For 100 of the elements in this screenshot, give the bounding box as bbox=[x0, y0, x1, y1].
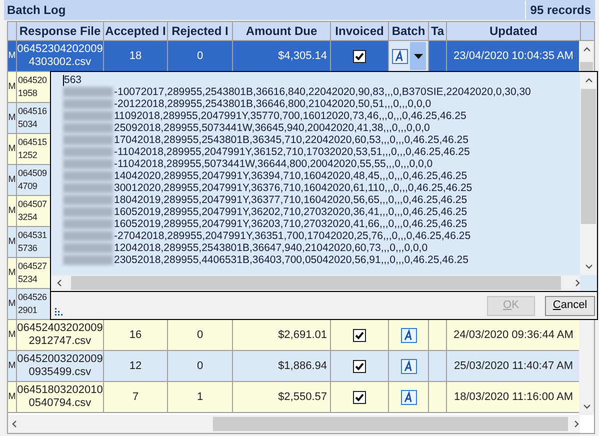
table-cell: 064515 1252 bbox=[18, 136, 47, 162]
table-cell-text: 18/03/2020 11:16:00 AM bbox=[454, 390, 574, 405]
checkbox[interactable] bbox=[353, 328, 366, 342]
checkbox[interactable] bbox=[353, 50, 366, 62]
text-line: 16052019,289955,2047991Y,36202,710,27032020,36,41,,,0,,,0,46.25,46.25 bbox=[114, 206, 468, 218]
document-icon[interactable] bbox=[400, 358, 416, 374]
redacted-block bbox=[63, 255, 113, 265]
redacted-block bbox=[63, 183, 113, 193]
table-cell: 06452003202009 0935499.csv bbox=[17, 353, 103, 379]
text-cursor bbox=[63, 74, 64, 86]
column-header[interactable]: Response File bbox=[17, 22, 104, 40]
checkbox[interactable] bbox=[353, 390, 366, 404]
scroll-thumb[interactable] bbox=[581, 89, 596, 224]
table-cell-text: M bbox=[8, 235, 16, 248]
document-icon[interactable] bbox=[400, 390, 416, 404]
redacted-block bbox=[63, 111, 113, 121]
text-line: 18042019,289955,2047991Y,36377,710,16042020,56,65,,,0,,,0,46.25,46.25 bbox=[114, 194, 468, 206]
redacted-block bbox=[63, 231, 113, 241]
text-line: 30012020,289955,2047991Y,36376,710,16042020,61,110,,,0,,,0,46.25,46.25 bbox=[114, 182, 472, 194]
text-line: -11042018,289955,2047991Y,36152,710,17032020,53,51,,,0,,,0,46.25,46.25 bbox=[114, 146, 470, 158]
redacted-block bbox=[63, 87, 113, 97]
redacted-block bbox=[63, 171, 113, 181]
table-cell-text: 16 bbox=[129, 328, 142, 343]
dropdown-button[interactable] bbox=[410, 42, 426, 70]
table-cell: 064526 2901 bbox=[18, 291, 47, 317]
table-cell-text: M bbox=[8, 142, 16, 156]
text-line: 25092018,289955,5073441W,36645,940,20042020,41,38,,,0,,,0,0,0 bbox=[114, 122, 430, 134]
table-cell-text: M bbox=[8, 111, 16, 124]
horizontal-scrollbar[interactable] bbox=[8, 415, 580, 433]
cancel-button[interactable]: Cancel bbox=[545, 296, 595, 316]
column-header[interactable]: Rejected I bbox=[168, 22, 233, 40]
table-cell: 06452403202009 2912747.csv bbox=[17, 322, 103, 348]
table-cell-text: M bbox=[8, 80, 16, 94]
redacted-block bbox=[63, 207, 113, 217]
table-cell-text: 25/03/2020 11:40:47 AM bbox=[454, 358, 574, 374]
table-cell-text: 12 bbox=[129, 358, 142, 374]
vertical-scrollbar[interactable] bbox=[580, 72, 597, 275]
table-cell-text: M bbox=[8, 390, 16, 404]
scroll-up-icon[interactable] bbox=[584, 78, 592, 83]
checkbox[interactable] bbox=[353, 360, 366, 372]
scroll-left-icon[interactable] bbox=[12, 420, 17, 428]
document-icon[interactable] bbox=[392, 48, 408, 64]
panel-title: Batch Log bbox=[6, 2, 66, 19]
text-line: -27042018,289955,2047991Y,36351,700,17042020,25,76,,,0,,,0,46.25,46.25 bbox=[114, 230, 471, 242]
redacted-block bbox=[63, 243, 113, 253]
scroll-left-icon[interactable] bbox=[57, 279, 62, 287]
table-cell: 064531 5736 bbox=[18, 229, 47, 255]
scroll-down-icon[interactable] bbox=[582, 404, 590, 409]
table-cell: 064520 1958 bbox=[18, 74, 47, 100]
text-line: 563 bbox=[64, 74, 82, 86]
table-cell: 06452304202009 4303002.csv bbox=[17, 43, 103, 69]
table-cell-text: 0 bbox=[196, 328, 204, 343]
table-cell-text: M bbox=[8, 328, 16, 342]
scroll-down-icon[interactable] bbox=[584, 264, 592, 269]
scroll-thumb[interactable] bbox=[213, 417, 568, 431]
column-header[interactable]: Accepted I bbox=[104, 22, 168, 40]
table-cell-text: 1 bbox=[196, 390, 204, 405]
table-cell-text: $2,691.01 bbox=[278, 328, 327, 343]
scroll-thumb[interactable] bbox=[71, 276, 561, 290]
record-count: 95 records bbox=[525, 1, 595, 19]
table-cell: 064516 5034 bbox=[18, 105, 47, 131]
text-line: -20122018,289955,2543801B,36646,800,21042020,50,51,,,0,,,0,0,0 bbox=[114, 98, 432, 110]
table-cell-text: M bbox=[8, 266, 16, 280]
scroll-up-icon[interactable] bbox=[582, 47, 590, 52]
text-line: 12042018,289955,2543801B,36647,940,21042020,60,73,,,0,,,0,0,0 bbox=[114, 242, 428, 254]
caret-icon bbox=[414, 54, 422, 58]
column-header[interactable]: Amount Due bbox=[233, 22, 331, 40]
table-cell-text: M bbox=[8, 359, 16, 372]
column-header[interactable]: Batch bbox=[389, 22, 429, 40]
text-line: 14042020,289955,2047991Y,36394,710,16042020,48,45,,,0,,,0,46.25,46.25 bbox=[114, 170, 468, 182]
column-header[interactable]: Updated bbox=[447, 22, 581, 40]
table-cell: 064527 5234 bbox=[18, 260, 47, 286]
table-cell-text: $4,305.14 bbox=[278, 48, 327, 64]
redacted-block bbox=[63, 147, 113, 157]
table-cell-text: M bbox=[8, 297, 16, 310]
redacted-block bbox=[63, 195, 113, 205]
table-cell-text: 0 bbox=[196, 48, 204, 64]
scroll-right-icon[interactable] bbox=[575, 279, 580, 287]
text-line: 11092018,289955,2047991Y,35770,700,16012020,73,46,,,0,,,0,46.25,46.25 bbox=[114, 110, 466, 122]
document-icon[interactable] bbox=[400, 328, 416, 342]
scroll-right-icon[interactable] bbox=[574, 420, 579, 428]
column-header[interactable]: Invoiced bbox=[331, 22, 389, 40]
table-cell: 064509 4709 bbox=[18, 167, 47, 193]
column-header[interactable]: Ta bbox=[429, 22, 447, 40]
table-cell-text: 24/03/2020 09:36:44 AM bbox=[454, 328, 574, 343]
table-cell-text: M bbox=[8, 49, 16, 62]
table-cell: 064507 3254 bbox=[18, 198, 47, 224]
table-cell-text: 23/04/2020 10:04:35 AM bbox=[454, 48, 574, 64]
horizontal-scrollbar[interactable] bbox=[51, 275, 580, 291]
table-cell: 06451803202010 0540794.csv bbox=[17, 384, 103, 410]
text-line: 17042018,289955,2543801B,36345,710,22042020,60,53,,,0,,,0,46.25,46.25 bbox=[114, 134, 468, 146]
text-line: -11042018,289955,5073441W,36644,800,20042020,55,55,,,0,,,0,0,0 bbox=[114, 158, 433, 170]
table-cell-text: $1,886.94 bbox=[278, 358, 327, 374]
redacted-block bbox=[63, 159, 113, 169]
table-cell-text: $2,550.57 bbox=[278, 390, 327, 405]
table-cell-text: 18 bbox=[129, 48, 142, 64]
resize-grip-icon[interactable] bbox=[54, 307, 64, 317]
text-line: 16052019,289955,2047991Y,36203,710,27032020,41,66,,,0,,,0,46.25,46.25 bbox=[114, 218, 468, 230]
redacted-block bbox=[63, 135, 113, 145]
redacted-block bbox=[63, 99, 113, 109]
